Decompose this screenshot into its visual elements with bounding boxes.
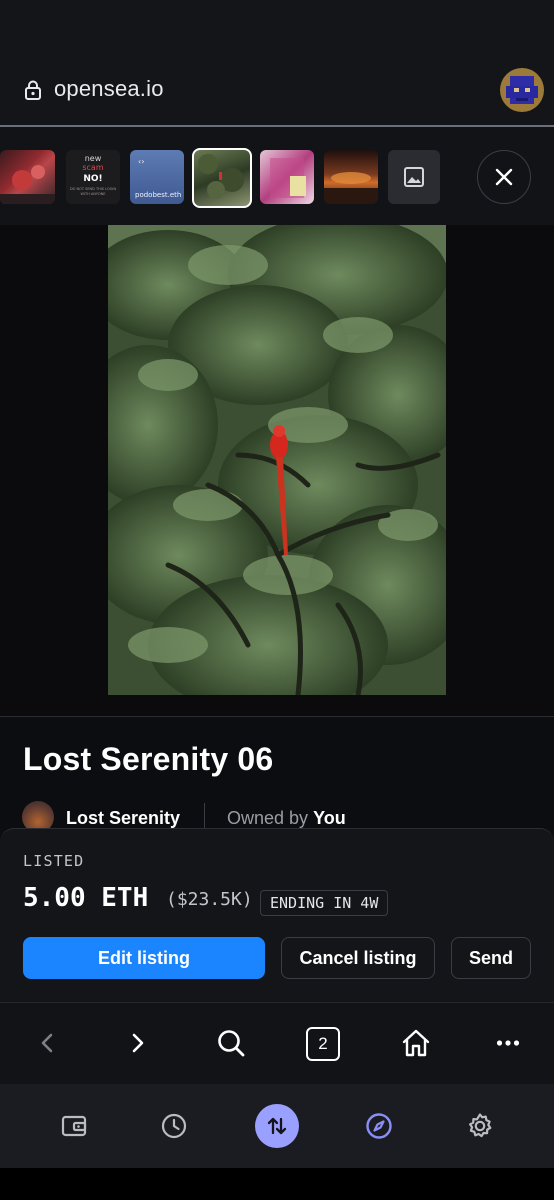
url-text[interactable]: opensea.io xyxy=(54,76,164,102)
system-bottom-strip xyxy=(0,1168,554,1200)
home-icon xyxy=(402,1029,430,1057)
thumb-text: NO! xyxy=(83,174,102,184)
nft-image[interactable] xyxy=(108,225,446,695)
history-icon xyxy=(161,1113,187,1139)
owned-by-text: Owned by You xyxy=(227,808,346,829)
browser-address-bar xyxy=(0,0,554,126)
image-placeholder-icon xyxy=(404,167,424,187)
wallet-icon xyxy=(61,1115,87,1137)
tab-browser[interactable] xyxy=(362,1109,396,1143)
tab-settings[interactable] xyxy=(463,1109,497,1143)
edit-listing-button[interactable]: Edit listing xyxy=(23,937,265,979)
listing-price-usd: ($23.5K) xyxy=(166,889,253,910)
forward-icon xyxy=(132,1033,144,1053)
more-icon xyxy=(496,1040,520,1046)
nft-thumbnail[interactable] xyxy=(260,150,314,204)
thumb-text: WITH ANYONE xyxy=(81,192,106,196)
listing-ending-badge: ENDING IN 4W xyxy=(260,890,389,916)
thumb-text: scam xyxy=(82,163,103,172)
send-button[interactable]: Send xyxy=(451,937,531,979)
thumb-text: new xyxy=(85,154,102,163)
svg-text:‹›: ‹› xyxy=(138,157,144,166)
tabs-button[interactable]: 2 xyxy=(306,1027,340,1061)
nft-title: Lost Serenity 06 xyxy=(23,741,274,777)
listing-status-label: LISTED xyxy=(23,852,85,870)
search-button[interactable] xyxy=(212,1024,250,1062)
divider xyxy=(0,716,554,717)
search-icon xyxy=(218,1030,245,1057)
owner-name[interactable]: You xyxy=(313,808,346,828)
owner-separator xyxy=(204,803,205,831)
owned-by-label: Owned by xyxy=(227,808,309,828)
browser-compass-icon xyxy=(366,1113,392,1139)
collection-name-link[interactable]: Lost Serenity xyxy=(66,808,180,829)
close-button[interactable] xyxy=(477,150,531,204)
tab-history[interactable] xyxy=(157,1109,191,1143)
cancel-listing-button[interactable]: Cancel listing xyxy=(281,937,435,979)
nft-thumbnail-selected[interactable] xyxy=(192,148,252,208)
nft-thumbnail[interactable]: ‹› podobest.eth xyxy=(130,150,184,204)
tab-swap[interactable] xyxy=(255,1104,299,1148)
back-button[interactable] xyxy=(30,1026,64,1060)
nft-thumbnail[interactable]: new scam NO! DO NOT SEND THIS LOGIN WITH… xyxy=(66,150,120,204)
profile-avatar[interactable] xyxy=(500,68,544,112)
settings-icon xyxy=(469,1113,492,1138)
home-button[interactable] xyxy=(397,1024,435,1062)
back-icon xyxy=(41,1033,53,1053)
more-button[interactable] xyxy=(490,1026,526,1060)
browser-nav-bar xyxy=(0,1002,554,1084)
forward-button[interactable] xyxy=(121,1026,155,1060)
listing-price: 5.00 ETH xyxy=(23,883,149,913)
nft-thumbnail[interactable] xyxy=(0,150,55,204)
swap-icon xyxy=(267,1117,287,1135)
tab-wallet[interactable] xyxy=(57,1109,91,1143)
thumb-text: podobest.eth xyxy=(135,191,181,199)
nft-thumbnail[interactable] xyxy=(388,150,440,204)
lock-icon xyxy=(25,80,41,100)
close-icon xyxy=(495,168,513,186)
tabs-icon: 2 xyxy=(318,1034,328,1053)
nft-thumbnail[interactable] xyxy=(324,150,378,204)
thumb-text: DO NOT SEND THIS LOGIN xyxy=(70,187,117,191)
